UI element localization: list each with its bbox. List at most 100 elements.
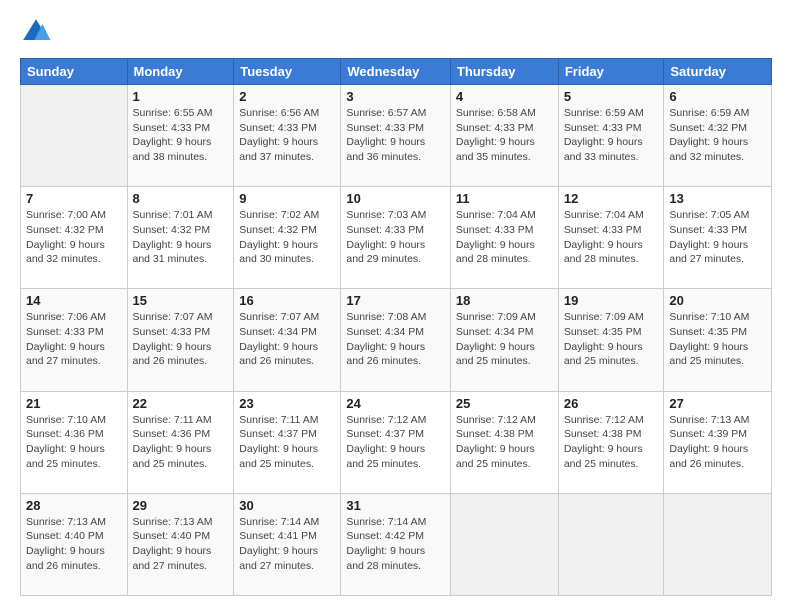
day-number: 20: [669, 293, 766, 308]
day-info: Sunrise: 7:12 AM Sunset: 4:38 PM Dayligh…: [564, 413, 659, 472]
day-number: 21: [26, 396, 122, 411]
day-info: Sunrise: 7:14 AM Sunset: 4:42 PM Dayligh…: [346, 515, 445, 574]
day-info: Sunrise: 7:12 AM Sunset: 4:38 PM Dayligh…: [456, 413, 553, 472]
day-info: Sunrise: 7:10 AM Sunset: 4:36 PM Dayligh…: [26, 413, 122, 472]
day-info: Sunrise: 6:57 AM Sunset: 4:33 PM Dayligh…: [346, 106, 445, 165]
day-info: Sunrise: 7:01 AM Sunset: 4:32 PM Dayligh…: [133, 208, 229, 267]
calendar-cell: 25 Sunrise: 7:12 AM Sunset: 4:38 PM Dayli…: [450, 391, 558, 493]
day-info: Sunrise: 7:06 AM Sunset: 4:33 PM Dayligh…: [26, 310, 122, 369]
calendar-cell: [450, 493, 558, 595]
day-number: 7: [26, 191, 122, 206]
day-info: Sunrise: 6:59 AM Sunset: 4:32 PM Dayligh…: [669, 106, 766, 165]
day-info: Sunrise: 7:09 AM Sunset: 4:35 PM Dayligh…: [564, 310, 659, 369]
day-info: Sunrise: 7:13 AM Sunset: 4:39 PM Dayligh…: [669, 413, 766, 472]
day-number: 8: [133, 191, 229, 206]
day-number: 6: [669, 89, 766, 104]
day-number: 9: [239, 191, 335, 206]
day-number: 26: [564, 396, 659, 411]
day-number: 12: [564, 191, 659, 206]
day-info: Sunrise: 7:00 AM Sunset: 4:32 PM Dayligh…: [26, 208, 122, 267]
calendar-cell: [21, 85, 128, 187]
calendar-cell: 20 Sunrise: 7:10 AM Sunset: 4:35 PM Dayli…: [664, 289, 772, 391]
day-number: 3: [346, 89, 445, 104]
calendar-cell: 13 Sunrise: 7:05 AM Sunset: 4:33 PM Dayli…: [664, 187, 772, 289]
day-info: Sunrise: 6:58 AM Sunset: 4:33 PM Dayligh…: [456, 106, 553, 165]
calendar-cell: 18 Sunrise: 7:09 AM Sunset: 4:34 PM Dayli…: [450, 289, 558, 391]
calendar-cell: 19 Sunrise: 7:09 AM Sunset: 4:35 PM Dayli…: [558, 289, 664, 391]
header: [20, 16, 772, 48]
day-info: Sunrise: 7:08 AM Sunset: 4:34 PM Dayligh…: [346, 310, 445, 369]
calendar-week: 14 Sunrise: 7:06 AM Sunset: 4:33 PM Dayli…: [21, 289, 772, 391]
day-number: 13: [669, 191, 766, 206]
calendar-cell: 11Sunrise: 7:04 AM Sunset: 4:33 PM Dayli…: [450, 187, 558, 289]
calendar-cell: 9 Sunrise: 7:02 AM Sunset: 4:32 PM Daylig…: [234, 187, 341, 289]
header-day: Monday: [127, 59, 234, 85]
day-number: 18: [456, 293, 553, 308]
logo: [20, 16, 56, 48]
page: SundayMondayTuesdayWednesdayThursdayFrid…: [0, 0, 792, 612]
day-number: 11: [456, 191, 553, 206]
day-number: 31: [346, 498, 445, 513]
header-day: Thursday: [450, 59, 558, 85]
day-number: 24: [346, 396, 445, 411]
day-info: Sunrise: 7:11 AM Sunset: 4:36 PM Dayligh…: [133, 413, 229, 472]
calendar-cell: 23 Sunrise: 7:11 AM Sunset: 4:37 PM Dayli…: [234, 391, 341, 493]
calendar-cell: 28Sunrise: 7:13 AM Sunset: 4:40 PM Dayli…: [21, 493, 128, 595]
day-number: 5: [564, 89, 659, 104]
day-info: Sunrise: 7:09 AM Sunset: 4:34 PM Dayligh…: [456, 310, 553, 369]
day-number: 29: [133, 498, 229, 513]
calendar-cell: 1 Sunrise: 6:55 AM Sunset: 4:33 PM Daylig…: [127, 85, 234, 187]
calendar-cell: 10 Sunrise: 7:03 AM Sunset: 4:33 PM Dayli…: [341, 187, 451, 289]
calendar-cell: [664, 493, 772, 595]
day-number: 19: [564, 293, 659, 308]
day-info: Sunrise: 7:02 AM Sunset: 4:32 PM Dayligh…: [239, 208, 335, 267]
calendar: SundayMondayTuesdayWednesdayThursdayFrid…: [20, 58, 772, 596]
day-number: 4: [456, 89, 553, 104]
calendar-week: 28Sunrise: 7:13 AM Sunset: 4:40 PM Dayli…: [21, 493, 772, 595]
day-number: 2: [239, 89, 335, 104]
calendar-cell: 6 Sunrise: 6:59 AM Sunset: 4:32 PM Daylig…: [664, 85, 772, 187]
day-info: Sunrise: 6:59 AM Sunset: 4:33 PM Dayligh…: [564, 106, 659, 165]
day-number: 25: [456, 396, 553, 411]
day-info: Sunrise: 7:14 AM Sunset: 4:41 PM Dayligh…: [239, 515, 335, 574]
day-number: 30: [239, 498, 335, 513]
day-info: Sunrise: 7:11 AM Sunset: 4:37 PM Dayligh…: [239, 413, 335, 472]
calendar-cell: 26 Sunrise: 7:12 AM Sunset: 4:38 PM Dayli…: [558, 391, 664, 493]
day-number: 17: [346, 293, 445, 308]
day-number: 27: [669, 396, 766, 411]
calendar-week: 21 Sunrise: 7:10 AM Sunset: 4:36 PM Dayli…: [21, 391, 772, 493]
day-info: Sunrise: 7:07 AM Sunset: 4:34 PM Dayligh…: [239, 310, 335, 369]
calendar-cell: 22Sunrise: 7:11 AM Sunset: 4:36 PM Dayli…: [127, 391, 234, 493]
day-info: Sunrise: 7:07 AM Sunset: 4:33 PM Dayligh…: [133, 310, 229, 369]
day-info: Sunrise: 7:03 AM Sunset: 4:33 PM Dayligh…: [346, 208, 445, 267]
calendar-cell: [558, 493, 664, 595]
day-number: 1: [133, 89, 229, 104]
header-row: SundayMondayTuesdayWednesdayThursdayFrid…: [21, 59, 772, 85]
calendar-cell: 4 Sunrise: 6:58 AM Sunset: 4:33 PM Daylig…: [450, 85, 558, 187]
day-number: 23: [239, 396, 335, 411]
logo-icon: [20, 16, 52, 48]
header-day: Friday: [558, 59, 664, 85]
day-info: Sunrise: 7:04 AM Sunset: 4:33 PM Dayligh…: [564, 208, 659, 267]
day-number: 14: [26, 293, 122, 308]
calendar-cell: 8 Sunrise: 7:01 AM Sunset: 4:32 PM Daylig…: [127, 187, 234, 289]
calendar-cell: 7 Sunrise: 7:00 AM Sunset: 4:32 PM Daylig…: [21, 187, 128, 289]
calendar-cell: 12 Sunrise: 7:04 AM Sunset: 4:33 PM Dayli…: [558, 187, 664, 289]
header-day: Saturday: [664, 59, 772, 85]
calendar-cell: 17 Sunrise: 7:08 AM Sunset: 4:34 PM Dayli…: [341, 289, 451, 391]
calendar-week: 1 Sunrise: 6:55 AM Sunset: 4:33 PM Daylig…: [21, 85, 772, 187]
header-day: Wednesday: [341, 59, 451, 85]
day-number: 16: [239, 293, 335, 308]
day-info: Sunrise: 7:10 AM Sunset: 4:35 PM Dayligh…: [669, 310, 766, 369]
header-day: Tuesday: [234, 59, 341, 85]
calendar-cell: 5 Sunrise: 6:59 AM Sunset: 4:33 PM Daylig…: [558, 85, 664, 187]
day-info: Sunrise: 7:13 AM Sunset: 4:40 PM Dayligh…: [26, 515, 122, 574]
day-info: Sunrise: 7:05 AM Sunset: 4:33 PM Dayligh…: [669, 208, 766, 267]
calendar-cell: 14 Sunrise: 7:06 AM Sunset: 4:33 PM Dayli…: [21, 289, 128, 391]
day-number: 10: [346, 191, 445, 206]
calendar-cell: 30 Sunrise: 7:14 AM Sunset: 4:41 PM Dayli…: [234, 493, 341, 595]
calendar-cell: 2Sunrise: 6:56 AM Sunset: 4:33 PM Daylig…: [234, 85, 341, 187]
day-info: Sunrise: 6:55 AM Sunset: 4:33 PM Dayligh…: [133, 106, 229, 165]
day-info: Sunrise: 7:12 AM Sunset: 4:37 PM Dayligh…: [346, 413, 445, 472]
calendar-week: 7 Sunrise: 7:00 AM Sunset: 4:32 PM Daylig…: [21, 187, 772, 289]
